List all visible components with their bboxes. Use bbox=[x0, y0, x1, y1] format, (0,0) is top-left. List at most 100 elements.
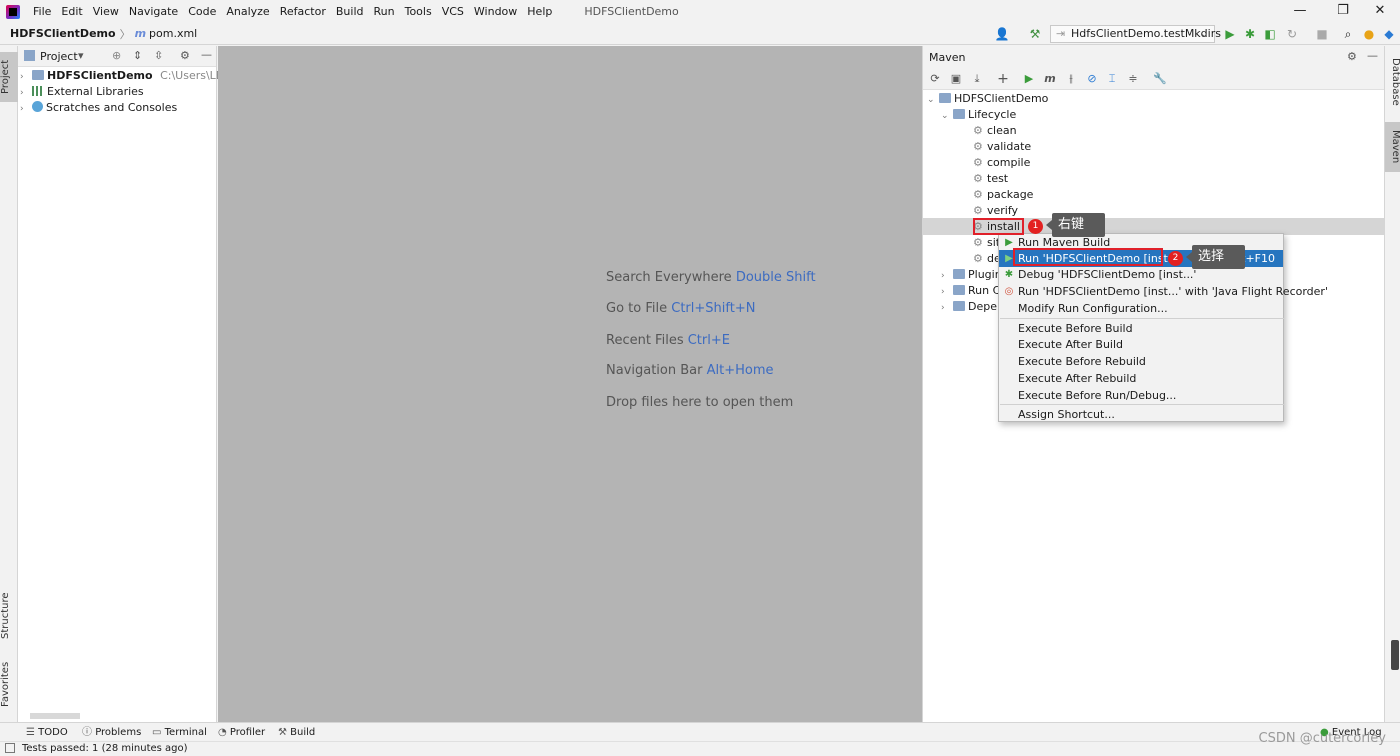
gear-icon: ⚙ bbox=[973, 204, 983, 217]
collapse-all-icon[interactable]: ⇳ bbox=[154, 49, 163, 62]
menu-item-assign-shortcut[interactable]: Assign Shortcut... bbox=[999, 406, 1283, 423]
maven-plugins-node[interactable]: › Plugin bbox=[941, 267, 1002, 283]
menu-help[interactable]: Help bbox=[522, 0, 557, 23]
hide-panel-icon[interactable]: — bbox=[201, 48, 212, 61]
menu-file[interactable]: File bbox=[28, 0, 56, 23]
tab-terminal[interactable]: ▭ Terminal bbox=[152, 725, 207, 741]
restore-button[interactable]: ❐ bbox=[1323, 0, 1363, 23]
locate-icon[interactable]: ⊕ bbox=[112, 49, 121, 62]
editor-empty-area[interactable]: Search Everywhere Double Shift Go to Fil… bbox=[218, 46, 922, 722]
menu-window[interactable]: Window bbox=[469, 0, 522, 23]
menu-item-run-with-jfr[interactable]: ◎ Run 'HDFSClientDemo [inst...' with 'Ja… bbox=[999, 283, 1328, 300]
expand-arrow-icon[interactable]: › bbox=[941, 284, 953, 300]
expand-arrow-icon[interactable]: › bbox=[20, 85, 32, 101]
lifecycle-verify[interactable]: ⚙ verify bbox=[973, 203, 1018, 219]
lifecycle-package[interactable]: ⚙ package bbox=[973, 187, 1033, 203]
project-view-selector[interactable]: Project bbox=[40, 50, 78, 63]
scroll-handle[interactable] bbox=[1391, 640, 1399, 670]
database-tool-tab[interactable]: Database bbox=[1385, 54, 1400, 110]
menu-refactor[interactable]: Refactor bbox=[275, 0, 331, 23]
maven-tool-tab[interactable]: Maven bbox=[1385, 122, 1400, 172]
status-text: Tests passed: 1 (28 minutes ago) bbox=[22, 743, 188, 754]
menu-item-execute-before-build[interactable]: Execute Before Build bbox=[999, 320, 1283, 337]
lifecycle-compile[interactable]: ⚙ compile bbox=[973, 155, 1030, 171]
menu-item-execute-before-run-debug[interactable]: Execute Before Run/Debug... bbox=[999, 387, 1283, 404]
expand-arrow-icon[interactable]: › bbox=[20, 101, 32, 117]
layout-toggle-icon[interactable] bbox=[5, 743, 15, 753]
expand-all-icon[interactable]: ⇕ bbox=[133, 49, 142, 62]
search-icon[interactable]: ⌕ bbox=[1340, 26, 1356, 42]
collapse-arrow-icon[interactable]: ⌄ bbox=[927, 92, 939, 108]
maven-lifecycle-node[interactable]: ⌄ Lifecycle bbox=[941, 107, 1016, 123]
menu-edit[interactable]: Edit bbox=[56, 0, 87, 23]
collapse-arrow-icon[interactable]: ⌄ bbox=[941, 108, 953, 124]
reload-icon[interactable]: ⟳ bbox=[927, 71, 943, 87]
build-hammer-icon[interactable]: ⚒ bbox=[1027, 26, 1043, 42]
tab-profiler[interactable]: ◔ Profiler bbox=[218, 725, 265, 741]
lifecycle-clean[interactable]: ⚙ clean bbox=[973, 123, 1017, 139]
wrench-icon[interactable]: 🔧 bbox=[1152, 71, 1168, 87]
annotation-step-2-badge: 2 bbox=[1168, 251, 1183, 266]
lifecycle-validate[interactable]: ⚙ validate bbox=[973, 139, 1031, 155]
expand-arrow-icon[interactable]: › bbox=[941, 268, 953, 284]
maven-goal-icon[interactable]: m bbox=[1042, 71, 1058, 87]
gear-icon[interactable]: ⚙ bbox=[180, 49, 190, 62]
user-icon[interactable]: 👤 bbox=[994, 26, 1010, 42]
run-maven-icon[interactable]: ▶ bbox=[1021, 71, 1037, 87]
menu-vcs[interactable]: VCS bbox=[437, 0, 469, 23]
breadcrumb-project[interactable]: HDFSClientDemo bbox=[10, 27, 116, 40]
profile-icon[interactable]: ↻ bbox=[1284, 26, 1300, 42]
maven-dependencies-node[interactable]: › Deper bbox=[941, 299, 1002, 315]
code-with-me-icon[interactable]: ◆ bbox=[1381, 26, 1397, 42]
skip-tests-icon[interactable]: ⊘ bbox=[1084, 71, 1100, 87]
lifecycle-test[interactable]: ⚙ test bbox=[973, 171, 1008, 187]
tab-problems[interactable]: ⓘ Problems bbox=[82, 725, 141, 741]
horizontal-scrollbar[interactable] bbox=[30, 713, 80, 719]
toggle-offline-icon[interactable]: ⫲ bbox=[1063, 71, 1079, 87]
hide-panel-icon[interactable]: — bbox=[1367, 49, 1378, 62]
close-button[interactable]: ✕ bbox=[1360, 0, 1400, 23]
lifecycle-site[interactable]: ⚙ sit bbox=[973, 235, 1000, 251]
menu-code[interactable]: Code bbox=[183, 0, 221, 23]
expand-arrow-icon[interactable]: › bbox=[20, 69, 32, 85]
hint-recent-files: Recent Files Ctrl+E bbox=[606, 333, 730, 348]
gear-icon[interactable]: ⚙ bbox=[1347, 50, 1357, 63]
menu-navigate[interactable]: Navigate bbox=[124, 0, 183, 23]
tab-todo[interactable]: ☰ TODO bbox=[26, 725, 68, 741]
menu-view[interactable]: View bbox=[88, 0, 124, 23]
run-icon[interactable]: ▶ bbox=[1222, 26, 1238, 42]
collapse-all-icon[interactable]: ≑ bbox=[1125, 71, 1141, 87]
menu-run[interactable]: Run bbox=[369, 0, 400, 23]
maven-project-node[interactable]: ⌄ HDFSClientDemo bbox=[927, 91, 1048, 107]
coverage-icon[interactable]: ◧ bbox=[1262, 26, 1278, 42]
structure-tool-tab[interactable]: Structure bbox=[0, 586, 18, 646]
minimize-button[interactable]: — bbox=[1280, 0, 1320, 23]
lifecycle-deploy[interactable]: ⚙ de bbox=[973, 251, 1001, 267]
stop-icon[interactable]: ■ bbox=[1314, 26, 1330, 42]
menu-item-execute-before-rebuild[interactable]: Execute Before Rebuild bbox=[999, 353, 1283, 370]
menu-item-execute-after-build[interactable]: Execute After Build bbox=[999, 336, 1283, 353]
menu-item-label: Execute After Build bbox=[1018, 338, 1124, 351]
show-dependencies-icon[interactable]: ⌶ bbox=[1104, 71, 1120, 87]
menu-item-modify-run-config[interactable]: Modify Run Configuration... bbox=[999, 300, 1283, 317]
add-icon[interactable]: + bbox=[995, 71, 1011, 87]
menu-build[interactable]: Build bbox=[331, 0, 369, 23]
tree-item-scratches[interactable]: › Scratches and Consoles bbox=[20, 100, 177, 116]
generate-sources-icon[interactable]: ▣ bbox=[948, 71, 964, 87]
menu-analyze[interactable]: Analyze bbox=[221, 0, 274, 23]
gear-icon: ⚙ bbox=[973, 188, 983, 201]
tab-build[interactable]: ⚒ Build bbox=[278, 725, 315, 741]
menu-item-execute-after-rebuild[interactable]: Execute After Rebuild bbox=[999, 370, 1283, 387]
expand-arrow-icon[interactable]: › bbox=[941, 300, 953, 316]
chevron-down-icon[interactable]: ▾ bbox=[78, 49, 84, 62]
update-icon[interactable]: ● bbox=[1361, 26, 1377, 42]
download-icon[interactable]: ⤓ bbox=[969, 71, 985, 87]
debug-icon[interactable]: ✱ bbox=[1242, 26, 1258, 42]
run-config-select[interactable]: ⇥ HdfsClientDemo.testMkdirs ⌄ bbox=[1050, 25, 1221, 43]
favorites-tool-tab[interactable]: Favorites bbox=[0, 654, 18, 714]
project-tool-tab[interactable]: Project bbox=[0, 52, 18, 102]
tree-item-external-libraries[interactable]: › External Libraries bbox=[20, 84, 144, 100]
menu-tools[interactable]: Tools bbox=[400, 0, 437, 23]
breadcrumb-file[interactable]: pom.xml bbox=[149, 27, 197, 40]
maven-run-configs-node[interactable]: › Run C bbox=[941, 283, 1000, 299]
